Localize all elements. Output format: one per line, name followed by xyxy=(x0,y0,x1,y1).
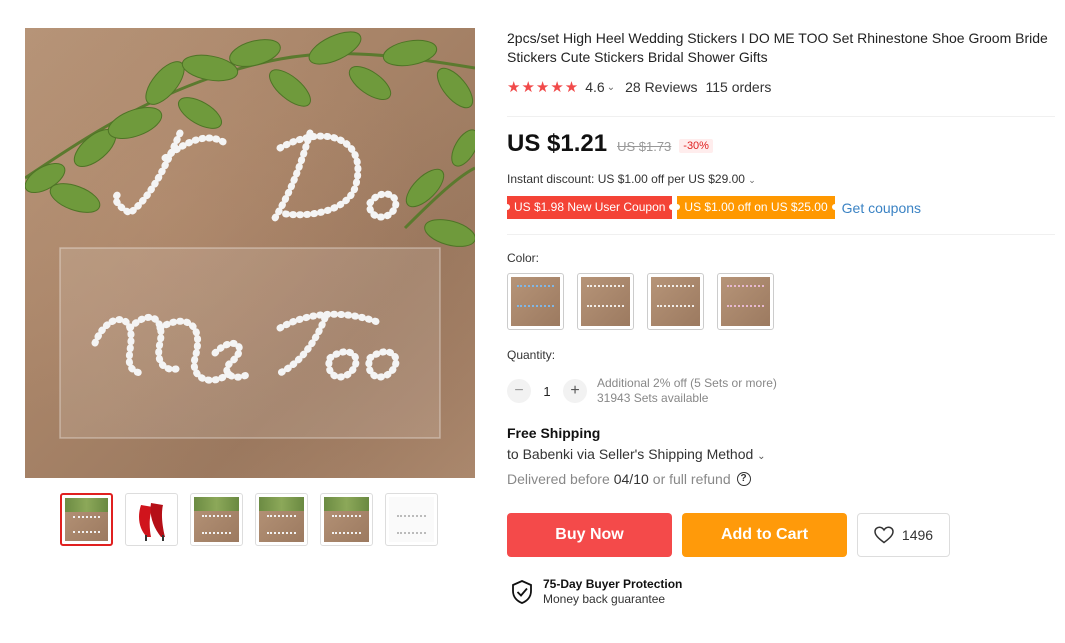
price-row: US $1.21 US $1.73 -30% xyxy=(507,130,713,158)
wishlist-button[interactable]: 1496 xyxy=(857,513,950,557)
instant-discount[interactable]: Instant discount: US $1.00 off per US $2… xyxy=(507,172,756,186)
color-swatch-3[interactable] xyxy=(647,273,704,330)
product-photo-illustration xyxy=(25,31,475,439)
protection-title: 75-Day Buyer Protection xyxy=(543,577,683,591)
color-swatch-2[interactable] xyxy=(577,273,634,330)
quantity-note: Additional 2% off (5 Sets or more) 31943… xyxy=(597,376,777,406)
color-label: Color: xyxy=(507,251,540,265)
buyer-protection: 75-Day Buyer Protection Money back guara… xyxy=(511,577,682,607)
instant-discount-text: Instant discount: US $1.00 off per US $2… xyxy=(507,172,745,186)
delivery-date: 04/10 xyxy=(613,471,649,487)
chevron-down-icon[interactable]: ⌄ xyxy=(757,451,765,462)
thumbnail-strip xyxy=(60,493,438,546)
discount-badge: -30% xyxy=(679,139,713,153)
color-swatch-4[interactable] xyxy=(717,273,774,330)
quantity-decrease-button[interactable]: − xyxy=(507,379,531,403)
thumbnail-6[interactable] xyxy=(385,493,438,546)
buy-now-button[interactable]: Buy Now xyxy=(507,513,672,557)
action-buttons: Buy Now Add to Cart 1496 xyxy=(507,513,950,557)
divider xyxy=(507,234,1055,235)
quantity-increase-button[interactable]: + xyxy=(563,379,587,403)
thumbnail-3[interactable] xyxy=(190,493,243,546)
shipping-title: Free Shipping xyxy=(507,425,601,441)
divider xyxy=(507,116,1055,117)
delivery-suffix: or full refund xyxy=(652,471,731,487)
star-rating-icons: ★★★★★ xyxy=(507,79,580,96)
reviews-link[interactable]: 28 Reviews xyxy=(625,79,697,95)
original-price: US $1.73 xyxy=(617,139,672,154)
product-title: 2pcs/set High Heel Wedding Stickers I DO… xyxy=(507,30,1048,65)
quantity-label: Quantity: xyxy=(507,348,556,362)
wishlist-count: 1496 xyxy=(901,527,934,543)
get-coupons-link[interactable]: Get coupons xyxy=(842,200,921,216)
shipping-destination[interactable]: to Babenki via Seller's Shipping Method … xyxy=(507,446,766,462)
thumbnail-1[interactable] xyxy=(60,493,113,546)
rating-row: ★★★★★ 4.6 ⌄ 28 Reviews 115 orders xyxy=(507,78,771,96)
thumbnail-4[interactable] xyxy=(255,493,308,546)
thumbnail-5[interactable] xyxy=(320,493,373,546)
quantity-stepper: − 1 + Additional 2% off (5 Sets or more)… xyxy=(507,376,777,406)
main-product-image[interactable] xyxy=(25,28,475,478)
color-swatches xyxy=(507,273,774,330)
coupon-row: US $1.98 New User Coupon US $1.00 off on… xyxy=(503,196,921,219)
rating-score[interactable]: 4.6 xyxy=(585,79,604,95)
chevron-down-icon[interactable]: ⌄ xyxy=(607,82,615,93)
bulk-discount-note: Additional 2% off (5 Sets or more) xyxy=(597,376,777,390)
help-icon[interactable]: ? xyxy=(736,472,751,486)
delivery-estimate: Delivered before 04/10 or full refund ? xyxy=(507,471,751,487)
shipping-destination-text: to Babenki via Seller's Shipping Method xyxy=(507,446,754,462)
heart-icon xyxy=(874,526,894,544)
protection-subtitle: Money back guarantee xyxy=(543,592,666,606)
delivery-prefix: Delivered before xyxy=(507,471,610,487)
quantity-value[interactable]: 1 xyxy=(531,384,563,399)
color-swatch-1[interactable] xyxy=(507,273,564,330)
chevron-down-icon[interactable]: ⌄ xyxy=(748,175,756,185)
stock-available: 31943 Sets available xyxy=(597,391,709,405)
new-user-coupon[interactable]: US $1.98 New User Coupon xyxy=(503,196,676,219)
shield-check-icon xyxy=(512,580,532,604)
thumbnail-2[interactable] xyxy=(125,493,178,546)
current-price: US $1.21 xyxy=(507,130,608,157)
store-coupon[interactable]: US $1.00 off on US $25.00 xyxy=(674,196,838,219)
add-to-cart-button[interactable]: Add to Cart xyxy=(682,513,847,557)
orders-count: 115 orders xyxy=(705,79,772,95)
